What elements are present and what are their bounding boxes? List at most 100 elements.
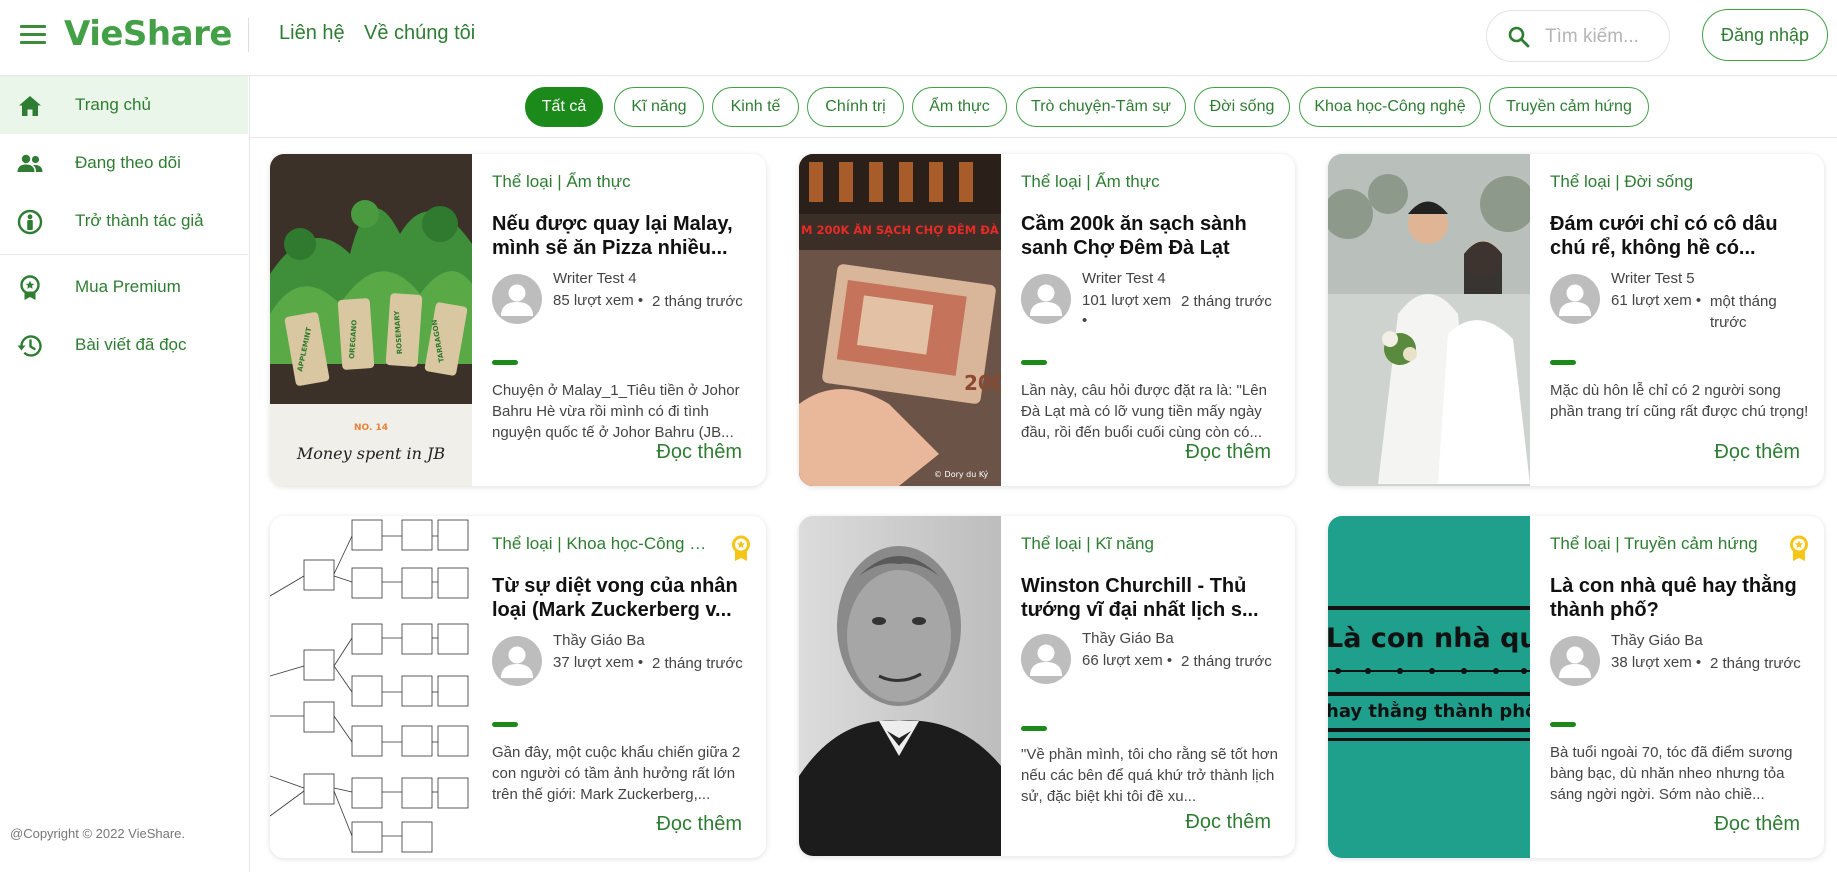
post-thumbnail[interactable]: [270, 516, 472, 858]
sidebar-item-home[interactable]: Trang chủ: [0, 76, 248, 134]
avatar[interactable]: [1021, 274, 1071, 324]
read-more-link[interactable]: Đọc thêm: [656, 813, 742, 836]
post-time: 2 tháng trước: [1710, 655, 1801, 672]
avatar[interactable]: [492, 274, 542, 324]
post-author[interactable]: Writer Test 4: [1082, 270, 1166, 287]
chip-politics[interactable]: Chính trị: [807, 87, 904, 127]
post-title[interactable]: Nếu được quay lại Malay, mình sẽ ăn Pizz…: [492, 212, 754, 260]
category-bar: Tất cả Kĩ năng Kinh tế Chính trị Ẩm thực…: [250, 76, 1837, 138]
chip-life[interactable]: Đời sống: [1194, 87, 1290, 127]
chip-cuisine[interactable]: Ẩm thực: [912, 87, 1007, 127]
premium-badge-icon: [732, 535, 750, 561]
post-excerpt: Mặc dù hôn lễ chỉ có 2 người song phần t…: [1550, 382, 1809, 420]
search-input[interactable]: [1545, 23, 1661, 51]
thumb-label: © Dory du Ký: [934, 470, 989, 479]
post-meta: Thầy Giáo Ba 37 lượt xem • 2 tháng trước: [492, 632, 754, 696]
avatar[interactable]: [1550, 636, 1600, 686]
read-more-link[interactable]: Đọc thêm: [1185, 811, 1271, 834]
people-icon: [17, 154, 43, 172]
menu-icon[interactable]: [20, 25, 46, 45]
post-category[interactable]: Thể loại | Khoa học-Công nghệ: [492, 534, 714, 554]
post-category[interactable]: Thể loại | Ẩm thực: [1021, 172, 1243, 192]
search-icon: [1508, 26, 1530, 48]
sidebar-item-premium[interactable]: Mua Premium: [0, 258, 248, 316]
post-card[interactable]: APPLEMINT OREGANO ROSEMARY TARRAGON NO. …: [270, 154, 766, 486]
card-divider: [492, 722, 518, 727]
post-thumbnail[interactable]: Là con nhà quê hay thằng thành phố?: [1328, 516, 1530, 858]
avatar[interactable]: [1550, 274, 1600, 324]
sidebar-item-become-author[interactable]: Trở thành tác giả: [0, 192, 248, 250]
post-author[interactable]: Thầy Giáo Ba: [1611, 632, 1703, 649]
post-category[interactable]: Thể loại | Đời sống: [1550, 172, 1772, 192]
post-author[interactable]: Thầy Giáo Ba: [1082, 630, 1174, 647]
nav-contact[interactable]: Liên hệ: [279, 22, 345, 45]
post-thumbnail[interactable]: APPLEMINT OREGANO ROSEMARY TARRAGON NO. …: [270, 154, 472, 486]
post-card[interactable]: M 200K ĂN SẠCH CHỢ ĐÊM ĐÀ LẠT 200 © Dory…: [799, 154, 1295, 486]
post-author[interactable]: Thầy Giáo Ba: [553, 632, 645, 649]
post-meta: Writer Test 4 101 lượt xem • 2 tháng trư…: [1021, 270, 1283, 334]
chip-inspiration[interactable]: Truyền cảm hứng: [1489, 87, 1649, 127]
post-time: 2 tháng trước: [652, 655, 743, 672]
post-excerpt: Chuyện ở Malay_1_Tiêu tiền ở Johor Bahru…: [492, 382, 740, 441]
chip-all[interactable]: Tất cả: [525, 87, 603, 127]
premium-badge-icon: [20, 275, 40, 300]
thumb-label: M 200K ĂN SẠCH CHỢ ĐÊM ĐÀ LẠT: [801, 222, 1001, 237]
post-excerpt: Bà tuổi ngoài 70, tóc đã điểm sương bàng…: [1550, 744, 1793, 803]
thumb-label: NO. 14: [354, 423, 388, 433]
post-title[interactable]: Từ sự diệt vong của nhân loại (Mark Zuck…: [492, 574, 754, 622]
sidebar-item-label: Trở thành tác giả: [75, 211, 204, 230]
card-divider: [1550, 722, 1576, 727]
person-circle-icon: [17, 209, 43, 235]
post-meta: Writer Test 5 61 lượt xem • một tháng tr…: [1550, 270, 1812, 334]
chip-science[interactable]: Khoa học-Công nghệ: [1299, 87, 1481, 127]
logo[interactable]: VieShare: [64, 14, 232, 54]
read-more-link[interactable]: Đọc thêm: [656, 441, 742, 464]
avatar[interactable]: [1021, 634, 1071, 684]
post-views: 38 lượt xem •: [1611, 654, 1702, 671]
search-box[interactable]: [1486, 10, 1670, 62]
post-card[interactable]: Thể loại | Kĩ năng Winston Churchill - T…: [799, 516, 1295, 856]
post-card[interactable]: Thể loại | Đời sống Đám cưới chỉ có cô d…: [1328, 154, 1824, 486]
post-excerpt: Lần này, câu hỏi được đặt ra là: "Lên Đà…: [1021, 382, 1267, 441]
login-button[interactable]: Đăng nhập: [1702, 9, 1828, 61]
post-category[interactable]: Thể loại | Ẩm thực: [492, 172, 714, 192]
post-thumbnail[interactable]: M 200K ĂN SẠCH CHỢ ĐÊM ĐÀ LẠT 200 © Dory…: [799, 154, 1001, 486]
post-views: 101 lượt xem •: [1082, 292, 1172, 329]
post-excerpt: "Về phần mình, tôi cho rằng sẽ tốt hơn n…: [1021, 746, 1278, 805]
read-more-link[interactable]: Đọc thêm: [1714, 441, 1800, 464]
sidebar-item-following[interactable]: Đang theo dõi: [0, 134, 248, 192]
post-category[interactable]: Thể loại | Truyền cảm hứng: [1550, 534, 1772, 554]
post-thumbnail[interactable]: [799, 516, 1001, 856]
post-card[interactable]: Thể loại | Khoa học-Công nghệ Từ sự diệt…: [270, 516, 766, 858]
card-divider: [1021, 360, 1047, 365]
sidebar-divider: [0, 254, 248, 255]
chip-chat[interactable]: Trò chuyện-Tâm sự: [1016, 87, 1186, 127]
post-views: 61 lượt xem •: [1611, 292, 1702, 309]
read-more-link[interactable]: Đọc thêm: [1185, 441, 1271, 464]
post-title[interactable]: Cầm 200k ăn sạch sành sanh Chợ Đêm Đà Lạ…: [1021, 212, 1283, 260]
post-author[interactable]: Writer Test 4: [553, 270, 637, 287]
post-card[interactable]: Là con nhà quê hay thằng thành phố? Thể …: [1328, 516, 1824, 858]
thumb-label: Money spent in JB: [296, 444, 446, 463]
post-author[interactable]: Writer Test 5: [1611, 270, 1695, 287]
post-title[interactable]: Winston Churchill - Thủ tướng vĩ đại nhấ…: [1021, 574, 1283, 622]
sidebar-item-history[interactable]: Bài viết đã đọc: [0, 316, 248, 374]
premium-badge-icon: [1790, 535, 1808, 561]
post-title[interactable]: Đám cưới chỉ có cô dâu chú rể, không hề …: [1550, 212, 1812, 260]
post-views: 66 lượt xem •: [1082, 652, 1173, 669]
chip-economy[interactable]: Kinh tế: [712, 87, 799, 127]
post-category[interactable]: Thể loại | Kĩ năng: [1021, 534, 1243, 554]
header-divider: [248, 18, 249, 52]
sidebar-item-label: Đang theo dõi: [75, 153, 181, 172]
read-more-link[interactable]: Đọc thêm: [1714, 813, 1800, 836]
post-thumbnail[interactable]: [1328, 154, 1530, 486]
avatar[interactable]: [492, 636, 542, 686]
post-time: một tháng trước: [1710, 293, 1777, 331]
sidebar-item-label: Bài viết đã đọc: [75, 335, 187, 354]
chip-skills[interactable]: Kĩ năng: [614, 87, 704, 127]
nav-about[interactable]: Về chúng tôi: [364, 22, 475, 45]
post-title[interactable]: Là con nhà quê hay thằng thành phố?: [1550, 574, 1812, 622]
sidebar: Trang chủ Đang theo dõi Trở thành tác gi…: [0, 76, 250, 872]
sidebar-item-label: Mua Premium: [75, 277, 181, 296]
post-excerpt: Gần đây, một cuộc khẩu chiến giữa 2 con …: [492, 744, 741, 803]
